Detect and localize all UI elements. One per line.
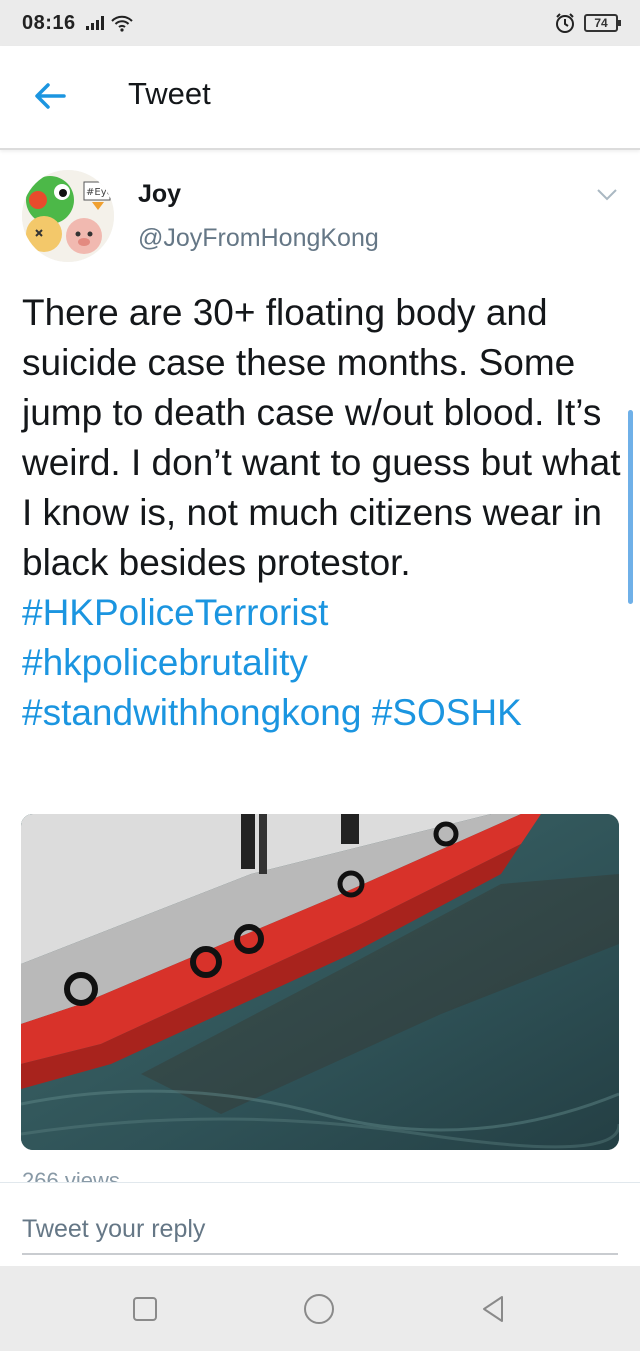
page-title: Tweet [128,76,211,111]
home-button[interactable] [302,1292,336,1326]
app-bar: Tweet [0,46,640,150]
nav-back-button[interactable] [476,1292,510,1326]
home-circle-icon [304,1294,334,1324]
avatar-text: #Eye [86,187,113,198]
view-count: 266 views [22,1170,120,1182]
author-handle[interactable]: @JoyFromHongKong [138,224,379,253]
status-time: 08:16 [22,11,76,34]
system-nav-bar [0,1266,640,1351]
reply-bar [0,1182,640,1266]
back-triangle-icon [483,1296,503,1322]
signal-icon [85,16,104,30]
reply-input[interactable] [22,1205,618,1255]
recents-button[interactable] [128,1292,162,1326]
chevron-down-icon[interactable] [596,188,618,202]
battery-icon: 74 [584,14,621,32]
tweet-text: There are 30+ floating body and suicide … [22,288,622,738]
wifi-icon [110,15,133,32]
recents-square-icon [133,1297,157,1321]
avatar-image: #Eye [22,170,114,262]
scrollbar[interactable] [628,410,633,604]
tweet-detail: #Eye Joy @JoyFromHongKong There are 30+ … [0,152,640,1182]
alarm-icon [556,13,574,33]
status-bar: 08:16 74 [0,0,640,46]
back-button[interactable] [30,76,70,116]
tweet-body: There are 30+ floating body and suicide … [22,292,621,583]
hashtag-link[interactable]: #SOSHK [372,692,522,733]
tweet-video[interactable] [21,814,619,1150]
avatar[interactable]: #Eye [22,170,114,262]
arrow-left-icon [35,83,66,109]
hashtag-link[interactable]: #standwithhongkong [22,692,361,733]
hashtag-link[interactable]: #HKPoliceTerrorist [22,592,328,633]
video-thumbnail [21,814,619,1150]
author-name[interactable]: Joy [138,180,181,209]
hashtag-link[interactable]: #hkpolicebrutality [22,642,308,683]
